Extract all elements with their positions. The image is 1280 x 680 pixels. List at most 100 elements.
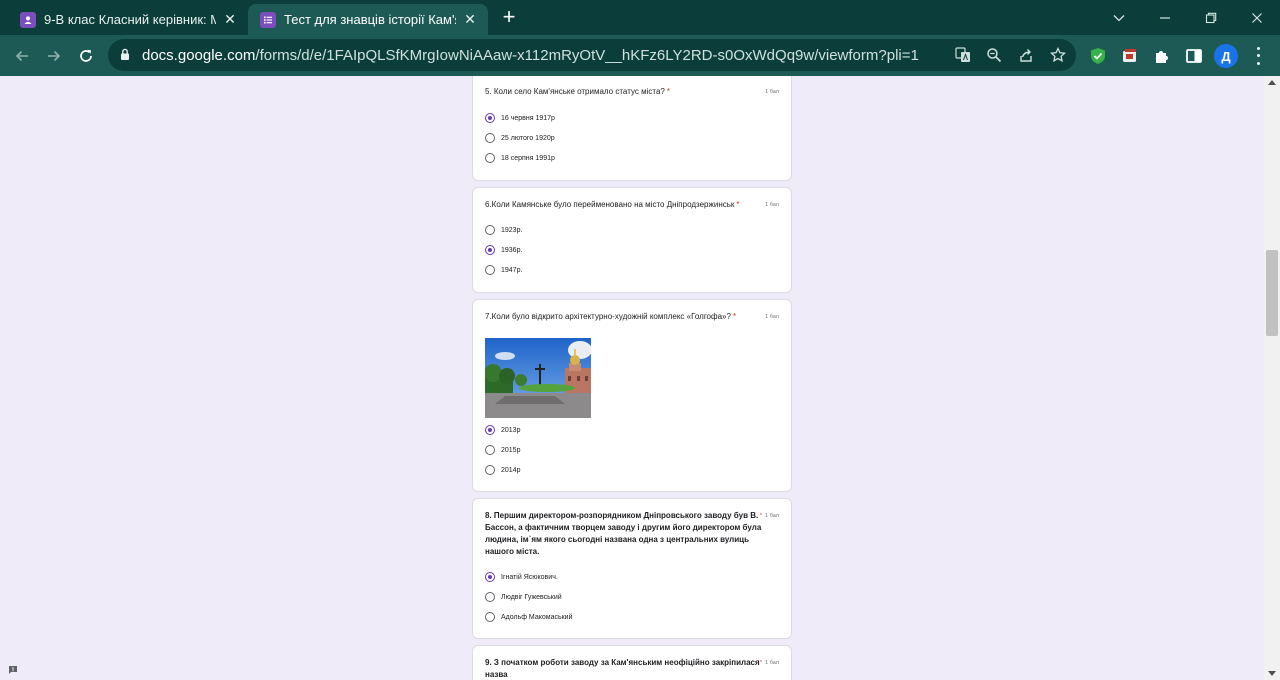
share-icon[interactable] bbox=[1016, 45, 1036, 65]
option-label: 1947р. bbox=[501, 266, 523, 274]
page-scrollbar[interactable] bbox=[1264, 76, 1280, 680]
question-card: 5. Коли село Кам'янське отримало статус … bbox=[472, 76, 792, 181]
option-label: 18 серпня 1991р bbox=[501, 154, 555, 162]
radio-button[interactable] bbox=[485, 113, 495, 123]
question-points: * 1 бал bbox=[759, 513, 779, 519]
option-label: 16 червня 1917р bbox=[501, 114, 555, 122]
radio-option[interactable]: 2013р bbox=[485, 424, 520, 436]
form-viewport: 5. Коли село Кам'янське отримало статус … bbox=[0, 76, 1264, 680]
radio-button[interactable] bbox=[485, 133, 495, 143]
tab-title: Тест для знавців історії Кам'янс bbox=[284, 12, 456, 27]
url-host: docs.google.com bbox=[142, 47, 256, 64]
profile-avatar[interactable]: Д bbox=[1214, 44, 1238, 68]
radio-button[interactable] bbox=[485, 153, 495, 163]
tab-search-icon[interactable] bbox=[1096, 0, 1142, 35]
reload-icon[interactable] bbox=[72, 42, 100, 70]
forward-icon[interactable] bbox=[40, 42, 68, 70]
question-title-line: Бассон, а фактичним творцем заводу і дру… bbox=[485, 523, 762, 532]
radio-option[interactable]: Ігнатій Ясюкович. bbox=[485, 571, 558, 583]
browser-menu-icon[interactable] bbox=[1250, 45, 1266, 67]
question-card: 6.Коли Камянське було перейменовано на м… bbox=[472, 187, 792, 293]
radio-option[interactable]: 2014р bbox=[485, 464, 520, 476]
scrollbar-thumb[interactable] bbox=[1266, 250, 1278, 336]
extension-icon[interactable] bbox=[1119, 45, 1141, 67]
close-window-icon[interactable] bbox=[1234, 0, 1280, 35]
radio-option[interactable]: Адольф Макомаський bbox=[485, 611, 573, 623]
radio-option[interactable]: 18 серпня 1991р bbox=[485, 152, 555, 164]
option-label: Людвіг Гужевський bbox=[501, 593, 562, 601]
question-title: 8. Першим директором-розпорядником Дніпр… bbox=[485, 510, 761, 558]
question-title: 6.Коли Камянське було перейменовано на м… bbox=[485, 200, 740, 209]
question-points: * 1 бал bbox=[759, 660, 779, 666]
radio-button[interactable] bbox=[485, 592, 495, 602]
question-points: 1 бал bbox=[765, 89, 779, 95]
option-label: 2013р bbox=[501, 426, 521, 434]
report-problem-icon[interactable] bbox=[8, 662, 18, 674]
radio-button[interactable] bbox=[485, 445, 495, 455]
url-text: docs.google.com/forms/d/e/1FAIpQLSfKMrgI… bbox=[142, 47, 919, 64]
required-asterisk: * bbox=[736, 200, 740, 209]
radio-option[interactable]: 1947р. bbox=[485, 264, 522, 276]
tab-classroom[interactable]: 9-В клас Класний керівник: Ма ✕ bbox=[8, 4, 248, 35]
option-label: 1923р. bbox=[501, 226, 523, 234]
browser-toolbar: docs.google.com/forms/d/e/1FAIpQLSfKMrgI… bbox=[0, 35, 1280, 76]
radio-option[interactable]: 16 червня 1917р bbox=[485, 112, 555, 124]
required-asterisk: * bbox=[666, 87, 670, 96]
question-title-line: 8. Першим директором-розпорядником Дніпр… bbox=[485, 511, 759, 520]
question-card: 7.Коли було відкрито архітектурно-художн… bbox=[472, 299, 792, 492]
option-label: 1936р. bbox=[501, 246, 523, 254]
required-asterisk: * bbox=[759, 660, 763, 666]
tab-strip: 9-В клас Класний керівник: Ма ✕ Тест для… bbox=[0, 0, 1280, 35]
question-title: 7.Коли було відкрито архітектурно-художн… bbox=[485, 312, 737, 321]
new-tab-button[interactable]: + bbox=[498, 6, 520, 29]
radio-button[interactable] bbox=[485, 225, 495, 235]
adblock-shield-icon[interactable] bbox=[1087, 45, 1109, 67]
question-title-line: нашого міста. bbox=[485, 547, 540, 556]
zoom-icon[interactable] bbox=[984, 45, 1004, 65]
url-path: /forms/d/e/1FAIpQLSfKMrgIowNiAAaw-x112mR… bbox=[255, 47, 919, 64]
radio-button[interactable] bbox=[485, 612, 495, 622]
radio-option[interactable]: 25 лютого 1920р bbox=[485, 132, 555, 144]
option-label: 25 лютого 1920р bbox=[501, 134, 555, 142]
question-points: 1 бал bbox=[765, 314, 779, 320]
radio-button[interactable] bbox=[485, 425, 495, 435]
address-bar[interactable]: docs.google.com/forms/d/e/1FAIpQLSfKMrgI… bbox=[108, 39, 1076, 71]
radio-option[interactable]: Людвіг Гужевський bbox=[485, 591, 562, 603]
option-label: Адольф Макомаський bbox=[501, 613, 573, 621]
lock-icon[interactable] bbox=[120, 48, 130, 66]
option-label: Ігнатій Ясюкович. bbox=[501, 573, 558, 581]
radio-button[interactable] bbox=[485, 572, 495, 582]
required-asterisk: * bbox=[732, 312, 737, 321]
radio-option[interactable]: 1923р. bbox=[485, 224, 522, 236]
minimize-icon[interactable] bbox=[1142, 0, 1188, 35]
close-tab-icon[interactable]: ✕ bbox=[222, 11, 238, 28]
restore-icon[interactable] bbox=[1188, 0, 1234, 35]
back-icon[interactable] bbox=[8, 42, 36, 70]
close-tab-icon[interactable]: ✕ bbox=[462, 11, 478, 28]
forms-icon bbox=[260, 11, 276, 28]
question-title-line: 9. З початком роботи заводу за Кам'янськ… bbox=[485, 658, 760, 667]
question-title-line: назва bbox=[485, 670, 508, 679]
question-points: 1 бал bbox=[765, 202, 779, 208]
translate-icon[interactable] bbox=[953, 45, 973, 65]
golgotha-photo bbox=[485, 338, 591, 418]
question-title-line: людина, ім`ям якого сьогодні названа одн… bbox=[485, 535, 750, 544]
radio-button[interactable] bbox=[485, 265, 495, 275]
question-card: 8. Першим директором-розпорядником Дніпр… bbox=[472, 498, 792, 639]
side-panel-icon[interactable] bbox=[1183, 45, 1205, 67]
radio-option[interactable]: 2015р bbox=[485, 444, 520, 456]
required-asterisk: * bbox=[759, 513, 763, 519]
classroom-icon bbox=[20, 11, 36, 28]
scroll-down-arrow-icon[interactable] bbox=[1268, 671, 1276, 676]
puzzle-icon[interactable] bbox=[1151, 45, 1173, 67]
radio-option[interactable]: 1936р. bbox=[485, 244, 522, 256]
radio-button[interactable] bbox=[485, 245, 495, 255]
question-title: 5. Коли село Кам'янське отримало статус … bbox=[485, 87, 670, 96]
radio-button[interactable] bbox=[485, 465, 495, 475]
scroll-up-arrow-icon[interactable] bbox=[1268, 80, 1276, 85]
tab-title: 9-В клас Класний керівник: Ма bbox=[44, 12, 216, 27]
tab-forms[interactable]: Тест для знавців історії Кам'янс ✕ bbox=[248, 4, 488, 35]
bookmark-star-icon[interactable] bbox=[1048, 45, 1068, 65]
question-card: 9. З початком роботи заводу за Кам'янськ… bbox=[472, 645, 792, 680]
question-title: 9. З початком роботи заводу за Кам'янськ… bbox=[485, 657, 760, 680]
